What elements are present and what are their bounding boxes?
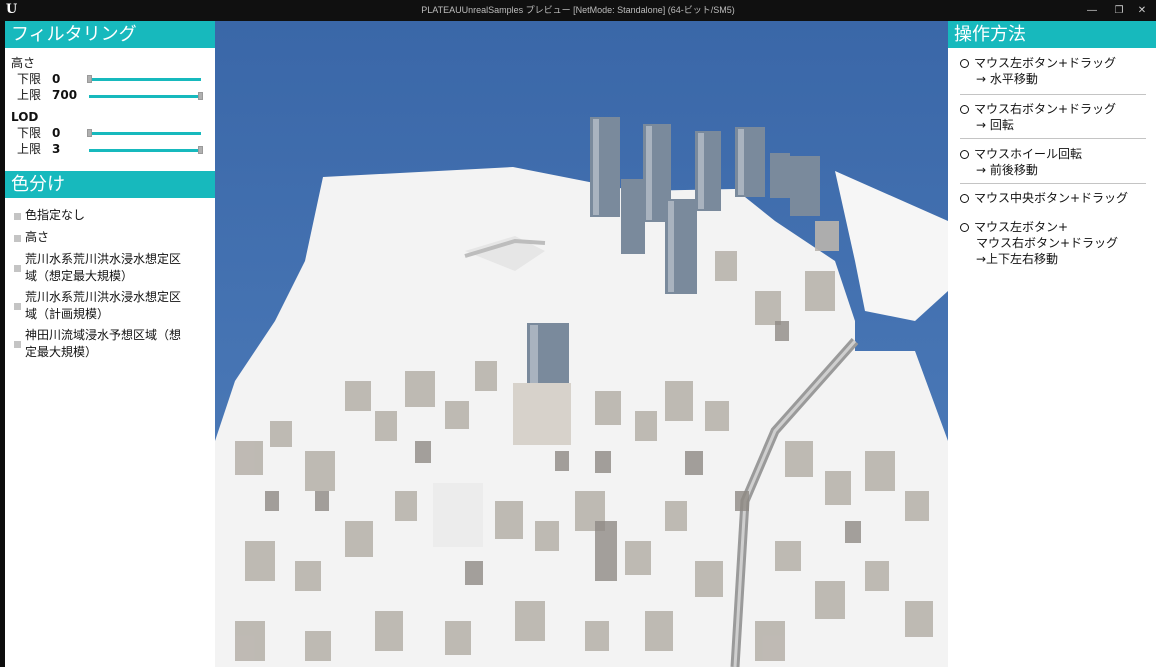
bullet-circle-icon: [960, 194, 969, 203]
divider: [960, 138, 1146, 139]
controls-panel-extension: [948, 267, 1156, 667]
control-item-right-drag-result: → 回転: [976, 118, 1014, 132]
lod-upper-slider-thumb[interactable]: [198, 146, 203, 154]
bullet-circle-icon: [960, 150, 969, 159]
bullet-circle-icon: [960, 223, 969, 232]
window-titlebar: U PLATEAUUnrealSamples プレビュー [NetMode: S…: [0, 0, 1156, 21]
lod-lower-slider-track[interactable]: [89, 132, 201, 135]
height-lower-label: 下限: [17, 72, 42, 86]
height-filter-label: 高さ: [11, 56, 36, 70]
lod-lower-value: 0: [52, 126, 61, 140]
city-3d-viewport[interactable]: [215, 21, 948, 667]
color-option-checkbox[interactable]: [14, 341, 21, 348]
color-option-label-line2: 域（想定最大規模）: [25, 269, 134, 283]
height-upper-slider-thumb[interactable]: [198, 92, 203, 100]
color-option-label: 神田川流域浸水予想区域（想: [25, 328, 182, 342]
height-upper-slider-track[interactable]: [89, 95, 201, 98]
control-item-both-drag-result: →上下左右移動: [976, 252, 1059, 266]
height-lower-slider-thumb[interactable]: [87, 75, 92, 83]
filtering-header: フィルタリング: [5, 21, 215, 48]
lod-upper-slider-track[interactable]: [89, 149, 201, 152]
divider: [960, 183, 1146, 184]
color-option-checkbox[interactable]: [14, 265, 21, 272]
color-option-checkbox[interactable]: [14, 235, 21, 242]
color-coding-header: 色分け: [5, 171, 215, 198]
control-item-left-drag: マウス左ボタン+ドラッグ: [960, 55, 1116, 71]
height-lower-value: 0: [52, 72, 61, 86]
lod-filter-label: LOD: [11, 110, 39, 124]
height-upper-label: 上限: [17, 88, 42, 102]
lod-lower-slider-thumb[interactable]: [87, 129, 92, 137]
filtering-panel: フィルタリング 高さ 下限 0 上限 700 LOD 下限 0 上限 3: [5, 21, 215, 171]
controls-panel: 操作方法 マウス左ボタン+ドラッグ → 水平移動 マウス右ボタン+ドラッグ → …: [948, 21, 1156, 267]
color-option-label: 高さ: [25, 230, 50, 244]
control-item-right-drag: マウス右ボタン+ドラッグ: [960, 101, 1116, 117]
divider: [960, 94, 1146, 95]
city-scene: [215, 21, 948, 667]
control-item-both-drag: マウス左ボタン+: [960, 219, 1068, 235]
control-item-wheel: マウスホイール回転: [960, 146, 1082, 162]
color-option-label-line2: 域（計画規模）: [25, 307, 110, 321]
bullet-circle-icon: [960, 59, 969, 68]
minimize-icon[interactable]: —: [1078, 0, 1106, 21]
window-title: PLATEAUUnrealSamples プレビュー [NetMode: Sta…: [421, 5, 735, 15]
control-item-wheel-result: → 前後移動: [976, 163, 1038, 177]
color-option-label: 色指定なし: [25, 208, 86, 222]
lod-lower-label: 下限: [17, 126, 42, 140]
color-option-label: 荒川水系荒川洪水浸水想定区: [25, 290, 182, 304]
color-option-checkbox[interactable]: [14, 213, 21, 220]
close-icon[interactable]: ✕: [1128, 0, 1156, 21]
color-option-checkbox[interactable]: [14, 303, 21, 310]
bullet-circle-icon: [960, 105, 969, 114]
lod-upper-value: 3: [52, 142, 61, 156]
height-lower-slider-track[interactable]: [89, 78, 201, 81]
control-item-both-drag-line2: マウス右ボタン+ドラッグ: [976, 236, 1119, 250]
control-item-left-drag-result: → 水平移動: [976, 72, 1038, 86]
height-upper-value: 700: [52, 88, 78, 102]
color-option-label-line2: 定最大規模）: [25, 345, 98, 359]
control-item-middle-drag: マウス中央ボタン+ドラッグ: [960, 190, 1128, 206]
controls-header: 操作方法: [948, 21, 1156, 48]
color-coding-panel: 色分け 色指定なし 高さ 荒川水系荒川洪水浸水想定区 域（想定最大規模） 荒川水…: [5, 171, 215, 667]
lod-upper-label: 上限: [17, 142, 42, 156]
color-option-label: 荒川水系荒川洪水浸水想定区: [25, 252, 182, 266]
